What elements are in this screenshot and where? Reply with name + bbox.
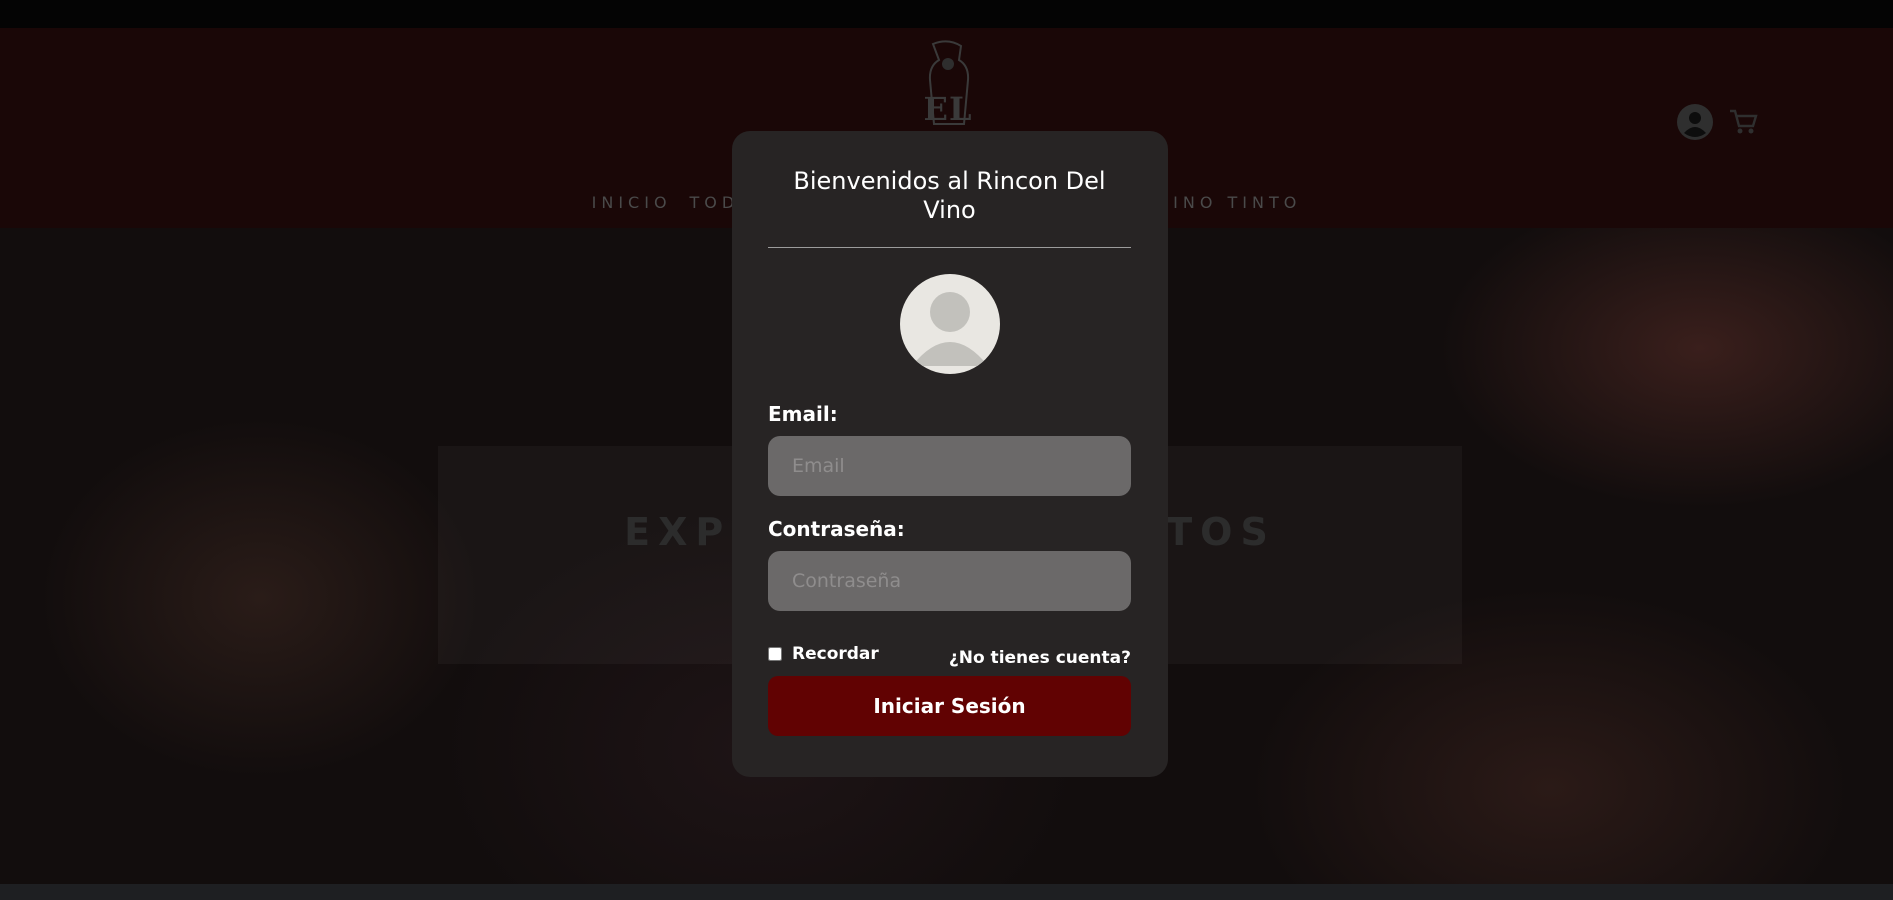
remember-label[interactable]: Recordar [792, 644, 879, 664]
password-label: Contraseña: [768, 517, 905, 541]
login-button[interactable]: Iniciar Sesión [768, 676, 1131, 736]
nav-link-vino-tinto[interactable]: VINO TINTO [1157, 193, 1301, 212]
login-options-row: Recordar ¿No tienes cuenta? [768, 644, 1131, 668]
user-avatar-icon [899, 274, 1000, 374]
bottom-bar [0, 884, 1893, 900]
nav-link-inicio[interactable]: INICIO [592, 193, 672, 212]
header-icons [1676, 102, 1758, 142]
signup-link[interactable]: ¿No tienes cuenta? [949, 648, 1131, 668]
modal-title: Bienvenidos al Rincon Del Vino [793, 167, 1106, 224]
email-label: Email: [768, 402, 838, 426]
remember-checkbox[interactable] [768, 647, 782, 661]
remember-me: Recordar [768, 644, 879, 664]
password-input[interactable] [768, 551, 1131, 611]
login-modal: Bienvenidos al Rincon Del Vino Email: Co… [732, 131, 1168, 777]
user-circle-icon[interactable] [1676, 103, 1714, 141]
modal-divider [768, 247, 1131, 248]
top-bar [0, 0, 1893, 28]
cart-icon[interactable] [1728, 108, 1758, 136]
email-input[interactable] [768, 436, 1131, 496]
site-logo[interactable]: EL RINCON [838, 38, 1058, 166]
